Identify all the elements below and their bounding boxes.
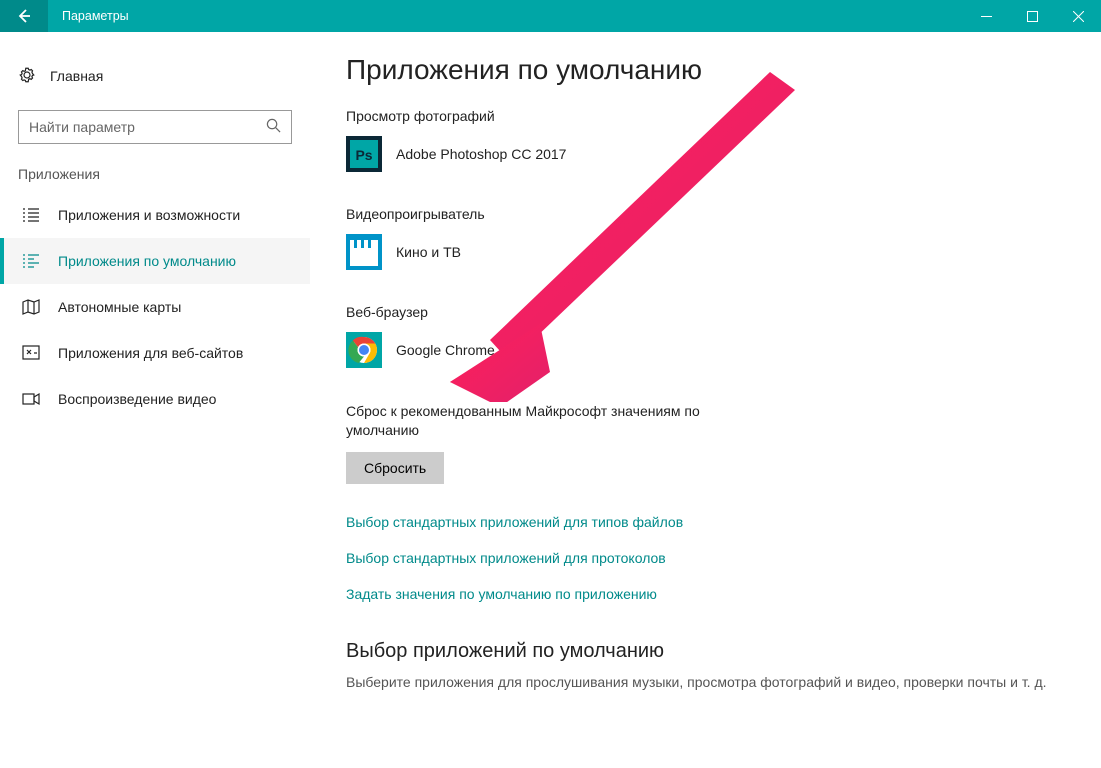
close-button[interactable] xyxy=(1055,0,1101,32)
reset-description: Сброс к рекомендованным Майкрософт значе… xyxy=(346,402,766,440)
section-label-video: Видеопроигрыватель xyxy=(346,206,1061,222)
minimize-icon xyxy=(981,11,992,22)
close-icon xyxy=(1073,11,1084,22)
choose-apps-title: Выбор приложений по умолчанию xyxy=(346,640,1061,663)
photo-viewer-app[interactable]: Ps Adobe Photoshop CC 2017 xyxy=(346,136,1061,172)
app-name: Кино и ТВ xyxy=(396,244,461,260)
section-label-photos: Просмотр фотографий xyxy=(346,108,1061,124)
app-name: Google Chrome xyxy=(396,342,495,358)
search-icon xyxy=(266,118,281,136)
link-file-types[interactable]: Выбор стандартных приложений для типов ф… xyxy=(346,514,1061,530)
minimize-button[interactable] xyxy=(963,0,1009,32)
home-label: Главная xyxy=(50,68,103,84)
sidebar-item-label: Приложения по умолчанию xyxy=(58,253,236,269)
maximize-button[interactable] xyxy=(1009,0,1055,32)
titlebar: Параметры xyxy=(0,0,1101,32)
search-input-container[interactable] xyxy=(18,110,292,144)
reset-button[interactable]: Сбросить xyxy=(346,452,444,484)
link-by-app[interactable]: Задать значения по умолчанию по приложен… xyxy=(346,586,1061,602)
sidebar-item-apps-features[interactable]: Приложения и возможности xyxy=(0,192,310,238)
movies-tv-icon xyxy=(346,234,382,270)
sidebar-item-label: Автономные карты xyxy=(58,299,181,315)
maximize-icon xyxy=(1027,11,1038,22)
sidebar-item-label: Воспроизведение видео xyxy=(58,391,216,407)
back-button[interactable] xyxy=(0,0,48,32)
gear-icon xyxy=(18,66,36,87)
sidebar-item-apps-websites[interactable]: Приложения для веб-сайтов xyxy=(0,330,310,376)
video-icon xyxy=(22,390,40,408)
search-input[interactable] xyxy=(29,119,266,135)
map-icon xyxy=(22,298,40,316)
link-protocols[interactable]: Выбор стандартных приложений для протоко… xyxy=(346,550,1061,566)
sidebar: Главная Приложения Приложения и возможно… xyxy=(0,32,310,768)
video-player-app[interactable]: Кино и ТВ xyxy=(346,234,1061,270)
arrow-left-icon xyxy=(16,8,32,24)
section-label-browser: Веб-браузер xyxy=(346,304,1061,320)
page-title: Приложения по умолчанию xyxy=(346,54,1061,86)
sidebar-item-offline-maps[interactable]: Автономные карты xyxy=(0,284,310,330)
sidebar-item-label: Приложения и возможности xyxy=(58,207,240,223)
sidebar-item-default-apps[interactable]: Приложения по умолчанию xyxy=(0,238,310,284)
chrome-icon xyxy=(346,332,382,368)
list-icon xyxy=(22,206,40,224)
web-browser-app[interactable]: Google Chrome xyxy=(346,332,1061,368)
window-title: Параметры xyxy=(48,9,963,23)
app-name: Adobe Photoshop CC 2017 xyxy=(396,146,566,162)
nav-group-label: Приложения xyxy=(0,166,310,192)
default-apps-icon xyxy=(22,252,40,270)
svg-text:Ps: Ps xyxy=(355,147,372,163)
choose-apps-description: Выберите приложения для прослушивания му… xyxy=(346,673,1061,693)
sidebar-item-video-playback[interactable]: Воспроизведение видео xyxy=(0,376,310,422)
main-content: Приложения по умолчанию Просмотр фотогра… xyxy=(310,32,1101,768)
sidebar-item-label: Приложения для веб-сайтов xyxy=(58,345,243,361)
photoshop-icon: Ps xyxy=(346,136,382,172)
website-icon xyxy=(22,344,40,362)
home-button[interactable]: Главная xyxy=(0,56,310,96)
